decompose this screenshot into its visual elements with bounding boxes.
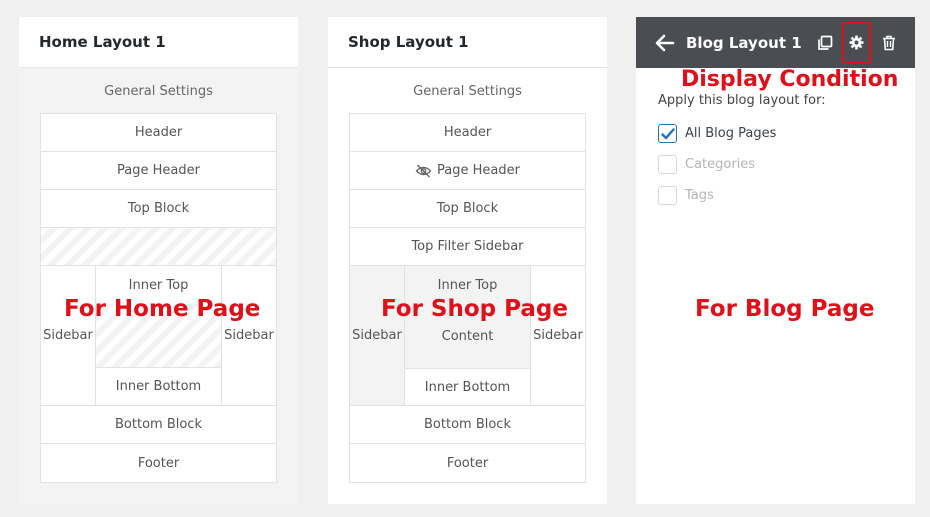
eye-slash-icon xyxy=(415,164,432,178)
shop-bottom-block[interactable]: Bottom Block xyxy=(350,406,585,444)
shop-inner-bottom[interactable]: Inner Bottom xyxy=(405,368,530,406)
home-header-block[interactable]: Header xyxy=(41,114,276,152)
blog-layout-card: Blog Layout 1 Display Condition Apply th… xyxy=(636,17,915,504)
home-layout-grid: Header Page Header Top Block Sidebar Inn… xyxy=(40,113,277,483)
home-layout-title: Home Layout 1 xyxy=(19,17,298,68)
home-general-settings[interactable]: General Settings xyxy=(19,84,298,99)
home-inner-top[interactable]: Inner Top xyxy=(96,266,221,304)
blog-layout-header: Blog Layout 1 xyxy=(636,17,915,68)
shop-inner-top[interactable]: Inner Top xyxy=(405,266,530,304)
home-bottom-block[interactable]: Bottom Block xyxy=(41,406,276,444)
home-top-block[interactable]: Top Block xyxy=(41,190,276,228)
home-empty-slot xyxy=(41,228,276,266)
blog-layout-title: Blog Layout 1 xyxy=(686,33,802,52)
gear-icon xyxy=(849,35,864,50)
trash-icon[interactable] xyxy=(878,32,900,54)
shop-top-block[interactable]: Top Block xyxy=(350,190,585,228)
option-tags[interactable]: Tags xyxy=(658,186,714,205)
home-inner-bottom[interactable]: Inner Bottom xyxy=(96,368,221,406)
shop-sidebar-right[interactable]: Sidebar xyxy=(530,266,585,406)
checkbox-tags[interactable] xyxy=(658,186,677,205)
apply-layout-label: Apply this blog layout for: xyxy=(658,93,826,108)
option-all-blog-pages[interactable]: All Blog Pages xyxy=(658,124,776,143)
home-page-header-block[interactable]: Page Header xyxy=(41,152,276,190)
shop-top-filter-sidebar[interactable]: Top Filter Sidebar xyxy=(350,228,585,266)
option-tags-label: Tags xyxy=(685,188,714,203)
option-all-blog-pages-label: All Blog Pages xyxy=(685,126,777,141)
display-condition-annotation: Display Condition xyxy=(681,67,899,92)
shop-page-header-block[interactable]: Page Header xyxy=(350,152,585,190)
home-content-slot xyxy=(96,304,221,368)
checkbox-all-blog-pages[interactable] xyxy=(658,124,677,143)
shop-layout-grid: Header Page Header Top Block Top Filter … xyxy=(349,113,586,483)
copy-icon[interactable] xyxy=(814,32,836,54)
option-categories[interactable]: Categories xyxy=(658,155,755,174)
shop-footer-block[interactable]: Footer xyxy=(350,444,585,482)
shop-content-block[interactable]: Content xyxy=(405,304,530,368)
home-footer-block[interactable]: Footer xyxy=(41,444,276,482)
shop-page-header-label: Page Header xyxy=(437,163,520,178)
shop-header-block[interactable]: Header xyxy=(350,114,585,152)
checkmark-icon xyxy=(660,127,675,140)
blog-page-annotation: For Blog Page xyxy=(695,296,875,322)
option-categories-label: Categories xyxy=(685,157,756,172)
arrow-left-icon[interactable] xyxy=(654,32,676,54)
display-condition-settings-button[interactable] xyxy=(841,21,871,64)
home-sidebar-right[interactable]: Sidebar xyxy=(221,266,276,406)
home-layout-card: Home Layout 1 General Settings Header Pa… xyxy=(19,17,298,504)
home-sidebar-left[interactable]: Sidebar xyxy=(41,266,96,406)
shop-layout-card: Shop Layout 1 General Settings Header Pa… xyxy=(328,17,607,504)
shop-general-settings[interactable]: General Settings xyxy=(328,84,607,99)
shop-sidebar-left[interactable]: Sidebar xyxy=(350,266,405,406)
shop-layout-title: Shop Layout 1 xyxy=(328,17,607,68)
checkbox-categories[interactable] xyxy=(658,155,677,174)
